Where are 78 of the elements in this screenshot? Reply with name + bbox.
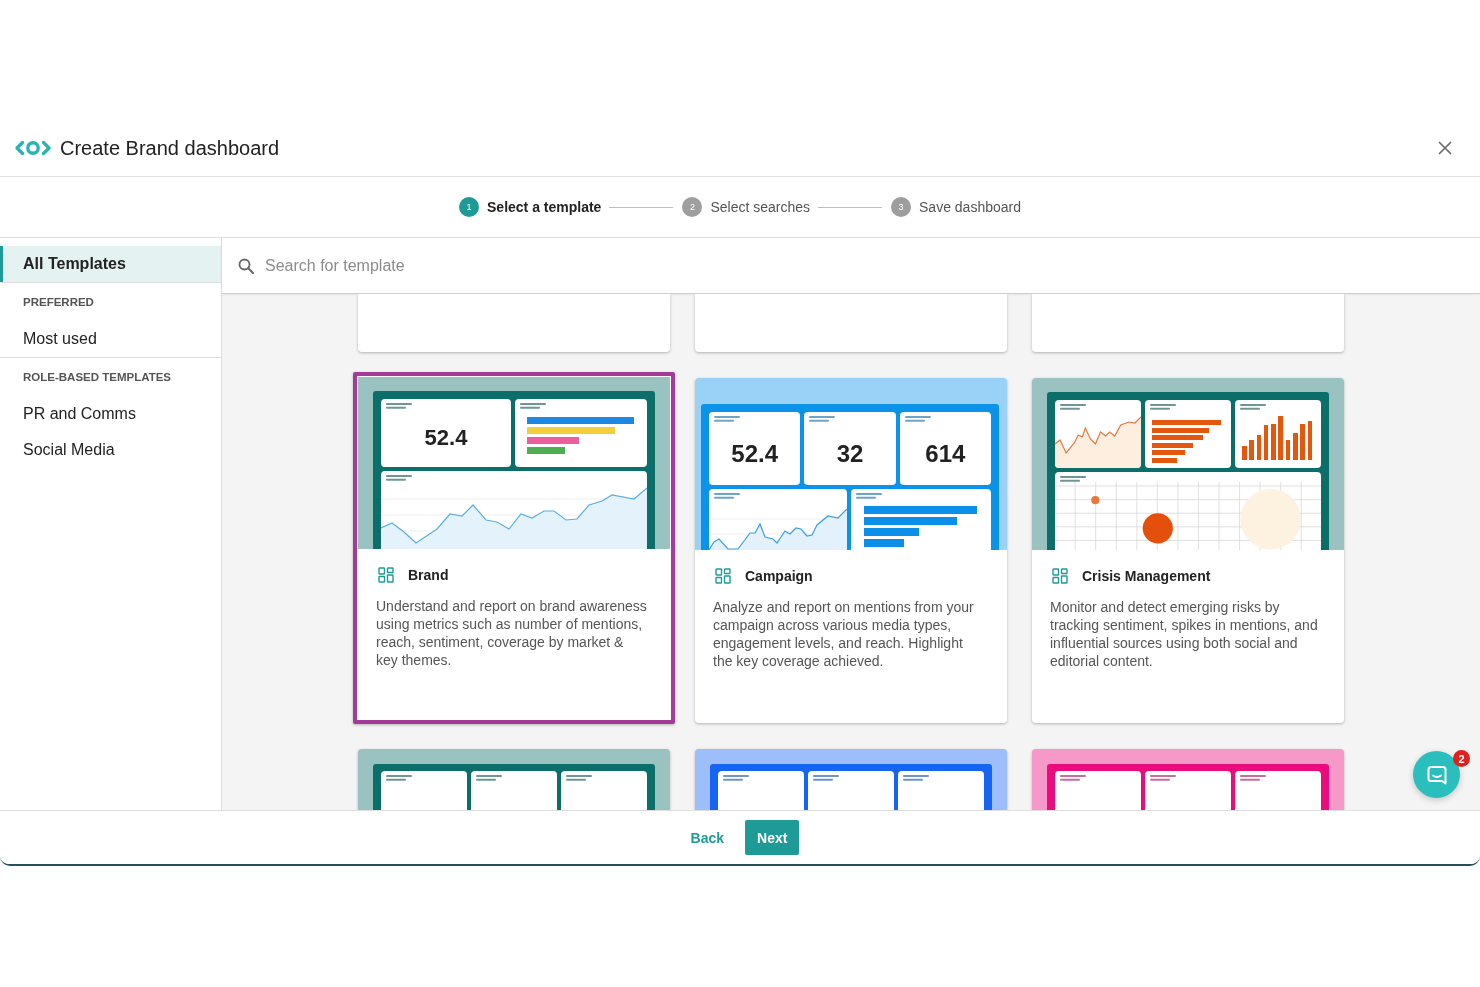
- text-lines-icon: [809, 416, 836, 422]
- text-lines-icon: [1240, 775, 1266, 781]
- text-lines-icon: [1150, 404, 1176, 410]
- text-lines-icon: [566, 775, 592, 781]
- text-lines-icon: [856, 493, 882, 499]
- chart-bar: [1307, 421, 1313, 460]
- template-title: Crisis Management: [1082, 568, 1211, 584]
- dialog-title: Create Brand dashboard: [60, 136, 280, 160]
- step-number: 3: [891, 197, 911, 217]
- chat-icon: [1425, 763, 1448, 786]
- chart-bar: [1152, 457, 1177, 463]
- metric-value: 32: [836, 439, 864, 468]
- template-description: Monitor and detect emerging risks by tracking sentiment, spikes in mentions, and influential sources using both social and editorial content.: [1050, 598, 1319, 670]
- chart-bar: [1152, 450, 1185, 455]
- step-number: 2: [682, 197, 703, 217]
- metric-value: 52.4: [731, 439, 778, 468]
- text-lines-icon: [903, 775, 929, 781]
- dashboard-icon: [1052, 568, 1068, 584]
- text-lines-icon: [386, 475, 412, 481]
- chart-bar: [1152, 420, 1221, 425]
- text-lines-icon: [714, 493, 740, 499]
- text-lines-icon: [1150, 775, 1176, 781]
- template-title: Brand: [408, 567, 449, 583]
- sidebar-item[interactable]: All Templates: [0, 246, 221, 282]
- template-card[interactable]: [1032, 749, 1344, 810]
- chart-bar: [1242, 446, 1247, 460]
- text-lines-icon: [714, 416, 740, 422]
- step-label: Select a template: [487, 199, 602, 215]
- chart-bar: [1285, 440, 1291, 460]
- template-card[interactable]: 52.4 Brand Understand and report on brand awareness using metrics such as number of mentions, reach, sentiment, coverage by market & key themes.: [353, 372, 675, 724]
- template-description: Understand and report on brand awareness using metrics such as number of mentions, reach, sentiment, coverage by market & key themes.: [376, 597, 647, 669]
- chart-bar: [1278, 416, 1283, 460]
- text-lines-icon: [520, 403, 546, 409]
- chart-bar: [1152, 435, 1203, 440]
- sidebar-item[interactable]: Most used: [0, 321, 221, 357]
- chart-bar: [527, 447, 565, 454]
- metric-value: 614: [925, 439, 966, 468]
- search-icon: [238, 257, 254, 274]
- step-number: 1: [459, 197, 479, 217]
- text-lines-icon: [723, 775, 749, 781]
- chart-bubble: [1240, 489, 1301, 550]
- dashboard-icon: [715, 568, 731, 584]
- sidebar-item[interactable]: Social Media: [0, 432, 221, 468]
- section-heading: ROLE-BASED TEMPLATES: [23, 371, 171, 383]
- chart-bar: [1249, 440, 1254, 460]
- dashboard-icon: [378, 567, 394, 583]
- step-label: Select searches: [710, 199, 810, 215]
- chart-bar: [1152, 442, 1193, 448]
- chart-bubble: [1091, 496, 1100, 505]
- text-lines-icon: [1060, 404, 1086, 410]
- text-lines-icon: [904, 416, 931, 422]
- section-heading: PREFERRED: [23, 296, 94, 308]
- template-card[interactable]: Crisis Management Monitor and detect emerging risks by tracking sentiment, spikes in mentions, and influential sources using both social and editorial content.: [1032, 378, 1344, 723]
- template-card[interactable]: [695, 749, 1007, 810]
- chart-bar: [1300, 424, 1305, 460]
- sidebar-item[interactable]: PR and Comms: [0, 396, 221, 432]
- chart-bar: [864, 528, 919, 536]
- chart-bubble: [1142, 513, 1173, 544]
- chart-bar: [527, 437, 579, 444]
- text-lines-icon: [386, 775, 412, 781]
- text-lines-icon: [1060, 476, 1086, 482]
- close-icon: [1438, 141, 1452, 155]
- chart-bar: [864, 539, 904, 547]
- text-lines-icon: [476, 775, 502, 781]
- metric-value: 52.4: [424, 425, 468, 451]
- chart-bar: [1271, 424, 1276, 460]
- template-card[interactable]: [358, 749, 670, 810]
- text-lines-icon: [1060, 775, 1086, 781]
- text-lines-icon: [813, 775, 839, 781]
- logo-icon: [15, 140, 51, 156]
- step-label: Save dashboard: [919, 199, 1021, 215]
- chart-bar: [1293, 433, 1298, 460]
- template-description: Analyze and report on mentions from your campaign across various media types, engagement levels, and reach. Highlight the key coverage achieved.: [713, 598, 975, 670]
- template-title: Campaign: [745, 568, 813, 584]
- chart-bar: [1152, 427, 1209, 433]
- text-lines-icon: [386, 403, 412, 409]
- text-lines-icon: [1240, 404, 1266, 410]
- template-card[interactable]: 52.4 32 614 Campaign Analyze and report on mentions from your campaign across various media types, engagement levels, and reach. Highlight the key coverage achieved.: [695, 378, 1007, 723]
